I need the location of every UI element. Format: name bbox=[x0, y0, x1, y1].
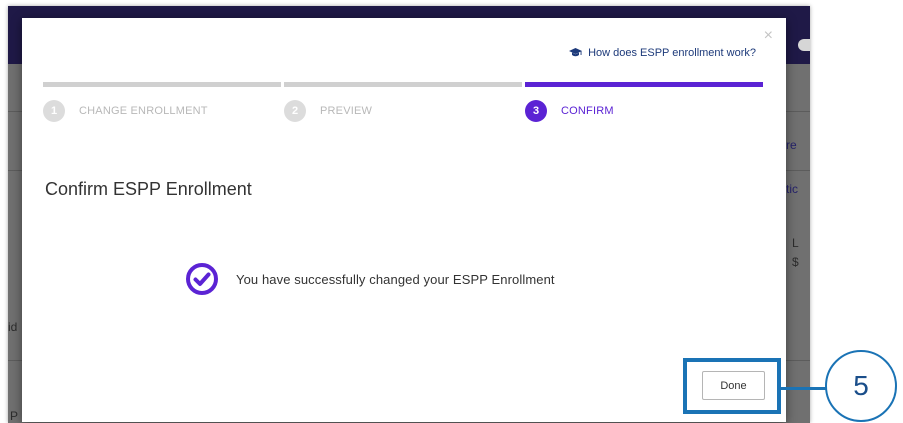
check-circle-icon bbox=[186, 263, 218, 295]
close-icon[interactable]: × bbox=[764, 28, 773, 44]
annotation-highlight-box bbox=[683, 358, 781, 414]
step-number: 3 bbox=[525, 100, 547, 122]
step-progress-bar bbox=[284, 82, 522, 87]
step-label: CHANGE ENROLLMENT bbox=[79, 105, 208, 117]
background-text-fragment: L bbox=[792, 236, 799, 250]
step-change-enrollment: 1 CHANGE ENROLLMENT bbox=[43, 82, 281, 126]
background-text-fragment: $ bbox=[792, 255, 799, 269]
progress-steps: 1 CHANGE ENROLLMENT 2 PREVIEW 3 CONFIRM bbox=[43, 82, 763, 126]
step-number: 2 bbox=[284, 100, 306, 122]
background-text-fragment: P bbox=[10, 409, 19, 423]
step-preview: 2 PREVIEW bbox=[284, 82, 522, 126]
step-progress-bar bbox=[43, 82, 281, 87]
background-text-fragment: tic bbox=[786, 182, 798, 196]
success-message-row: You have successfully changed your ESPP … bbox=[185, 262, 555, 296]
help-link-label: How does ESPP enrollment work? bbox=[588, 47, 756, 59]
step-label: PREVIEW bbox=[320, 105, 373, 117]
background-text-fragment: id bbox=[8, 320, 18, 334]
step-number: 1 bbox=[43, 100, 65, 122]
modal-title: Confirm ESPP Enrollment bbox=[45, 179, 252, 199]
annotation-connector bbox=[781, 387, 826, 390]
espp-enrollment-modal: × How does ESPP enrollment work? 1 CHANG… bbox=[22, 18, 786, 422]
graduation-cap-icon bbox=[569, 48, 583, 57]
step-confirm: 3 CONFIRM bbox=[525, 82, 763, 126]
step-progress-bar bbox=[525, 82, 763, 87]
user-icon bbox=[798, 39, 810, 51]
help-link[interactable]: How does ESPP enrollment work? bbox=[569, 47, 756, 59]
step-label: CONFIRM bbox=[561, 105, 614, 117]
background-text-fragment: re bbox=[786, 138, 797, 152]
success-message: You have successfully changed your ESPP … bbox=[236, 271, 555, 287]
annotation-step-number: 5 bbox=[825, 350, 897, 422]
